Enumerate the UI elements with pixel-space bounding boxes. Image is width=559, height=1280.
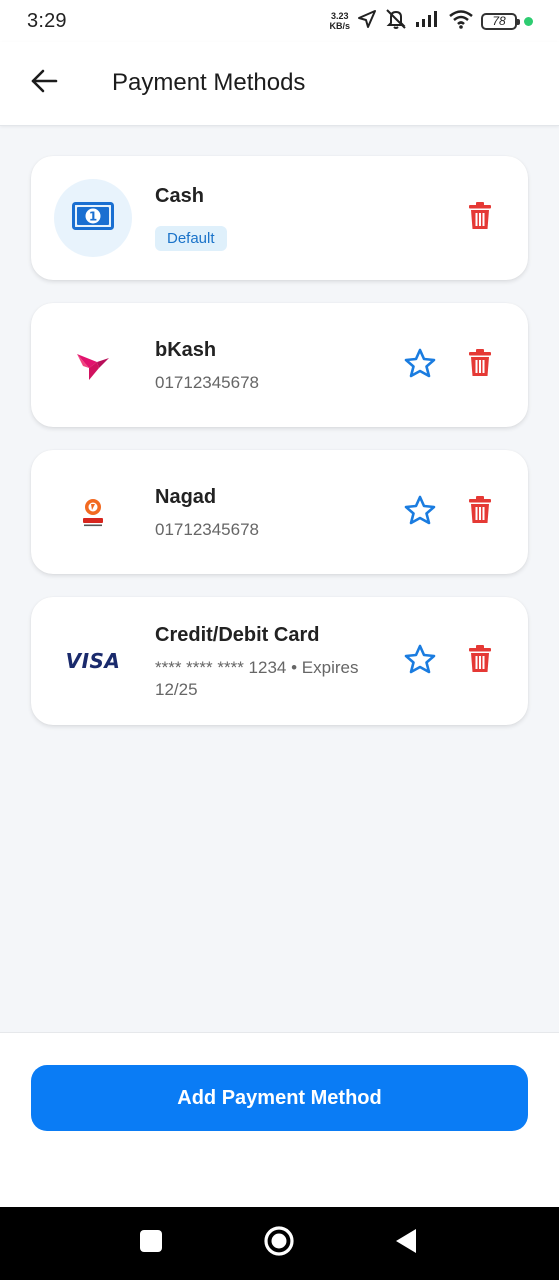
signal-icon	[415, 10, 441, 33]
svg-text:1: 1	[89, 209, 97, 223]
set-default-button[interactable]	[402, 643, 438, 679]
battery-level: 78	[492, 14, 506, 28]
delete-button[interactable]	[462, 494, 498, 530]
home-circle-icon	[263, 1225, 295, 1262]
network-speed-unit: KB/s	[329, 21, 350, 31]
system-navigation-bar	[0, 1207, 559, 1280]
trash-icon	[468, 644, 492, 678]
home-button[interactable]	[249, 1207, 309, 1280]
back-nav-button[interactable]	[376, 1207, 436, 1280]
delete-button[interactable]	[462, 347, 498, 383]
payment-method-name: Nagad	[155, 486, 217, 508]
star-icon	[404, 495, 436, 530]
status-icons: 3.23 KB/s 78	[329, 8, 533, 35]
privacy-indicator-dot	[524, 16, 533, 26]
battery-icon: 78	[481, 12, 520, 30]
payment-methods-list: 1 Cash Default bKash 01712345678 Nagad 0…	[31, 156, 528, 748]
payment-method-name: bKash	[155, 339, 217, 361]
location-icon	[357, 9, 377, 34]
bottom-action-panel: Add Payment Method	[0, 1032, 559, 1207]
set-default-button[interactable]	[402, 347, 438, 383]
square-icon	[139, 1229, 163, 1258]
payment-method-card-cash[interactable]: 1 Cash Default	[31, 156, 528, 280]
visa-logo-text: VISA	[65, 649, 121, 673]
page-title: Payment Methods	[112, 69, 306, 96]
nagad-logo	[54, 473, 132, 551]
trash-icon	[468, 201, 492, 235]
bkash-logo	[54, 326, 132, 404]
payment-method-name: Credit/Debit Card	[155, 624, 320, 646]
status-bar: 3:29 3.23 KB/s 78	[0, 0, 559, 42]
star-icon	[404, 644, 436, 679]
status-time: 3:29	[27, 9, 67, 32]
payment-method-name: Cash	[155, 185, 204, 207]
payment-method-detail: **** **** **** 1234 • Expires 12/25	[155, 658, 359, 699]
payment-method-detail: 01712345678	[155, 373, 260, 392]
trash-icon	[468, 348, 492, 382]
delete-button[interactable]	[462, 200, 498, 236]
visa-logo: VISA	[54, 622, 132, 700]
payment-method-card-bkash[interactable]: bKash 01712345678	[31, 303, 528, 427]
network-speed: 3.23 KB/s	[329, 11, 350, 31]
cash-icon: 1	[72, 201, 114, 235]
network-speed-value: 3.23	[330, 11, 349, 21]
delete-button[interactable]	[462, 643, 498, 679]
set-default-button[interactable]	[402, 494, 438, 530]
triangle-back-icon	[394, 1228, 418, 1259]
trash-icon	[468, 495, 492, 529]
payment-method-card-nagad[interactable]: Nagad 01712345678	[31, 450, 528, 574]
payment-method-detail: 01712345678	[155, 520, 260, 539]
back-button[interactable]	[25, 64, 63, 102]
app-header: Payment Methods	[0, 42, 559, 126]
default-badge: Default	[155, 226, 227, 251]
add-payment-method-button[interactable]: Add Payment Method	[31, 1065, 528, 1131]
mute-icon	[384, 8, 408, 35]
back-arrow-icon	[30, 69, 58, 98]
recents-button[interactable]	[121, 1207, 181, 1280]
payment-method-card-credit-card[interactable]: VISA Credit/Debit Card **** **** **** 12…	[31, 597, 528, 725]
wifi-icon	[448, 9, 474, 34]
star-icon	[404, 348, 436, 383]
cash-logo: 1	[54, 179, 132, 257]
